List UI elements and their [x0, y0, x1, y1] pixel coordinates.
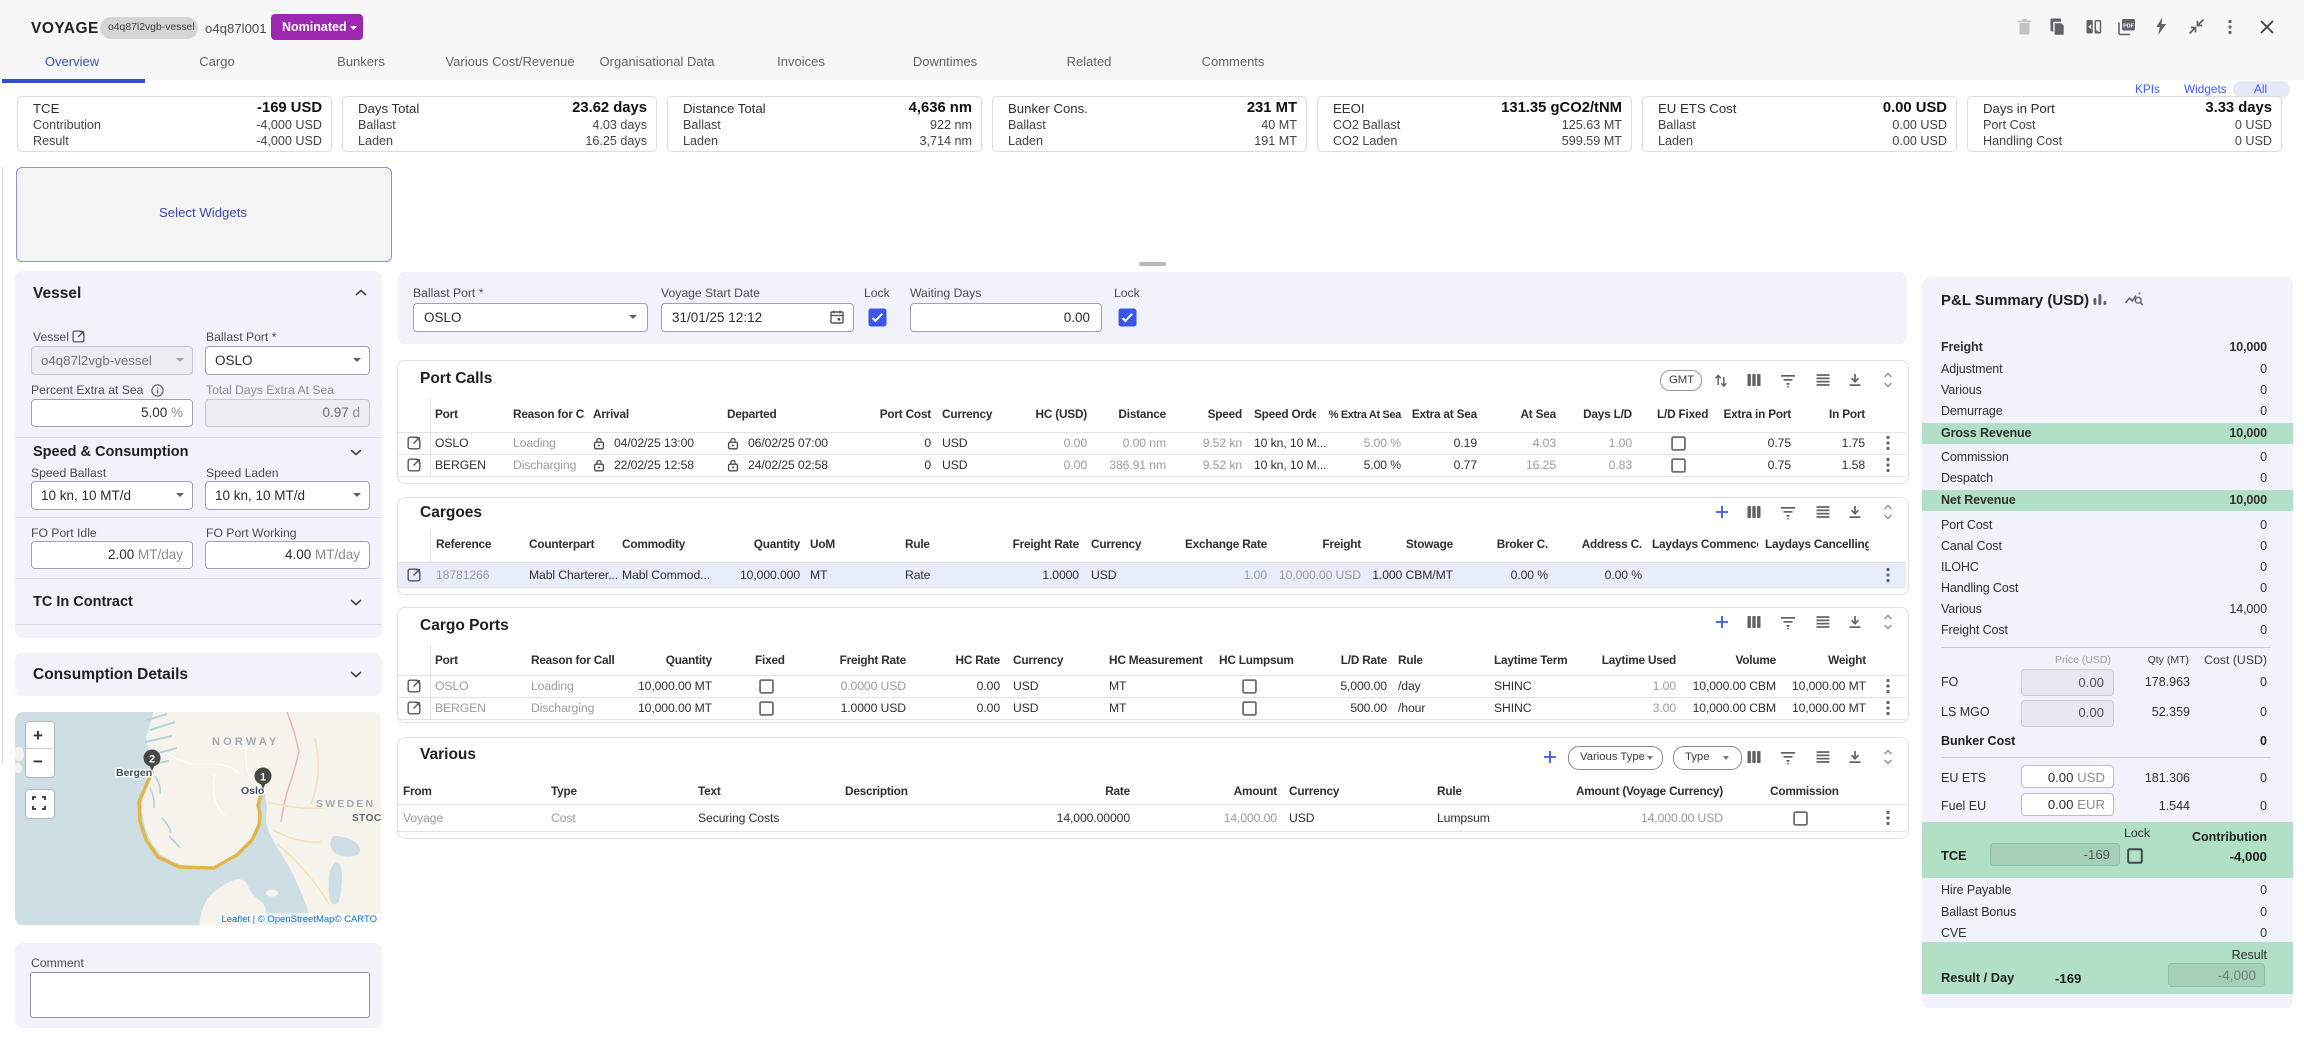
svg-text:PDF: PDF [2123, 23, 2134, 29]
svg-text:Leaflet | © OpenStreetMap© CAR: Leaflet | © OpenStreetMap© CARTO [221, 914, 377, 925]
svg-text:2: 2 [149, 754, 155, 766]
svg-text:SWEDEN: SWEDEN [316, 798, 375, 810]
svg-text:1: 1 [260, 772, 266, 784]
svg-text:Bergen: Bergen [116, 767, 152, 779]
svg-text:Oslo: Oslo [241, 785, 264, 797]
svg-text:NORWAY: NORWAY [212, 736, 280, 748]
svg-text:STOCKH: STOCKH [352, 813, 381, 824]
